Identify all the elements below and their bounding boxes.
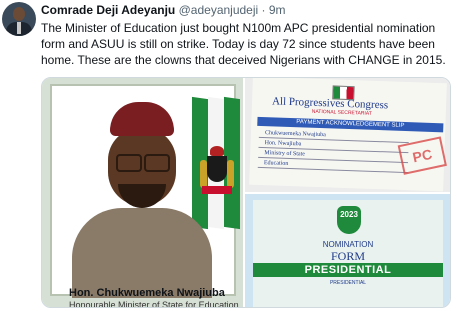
avatar-head xyxy=(13,7,25,21)
avatar-tie xyxy=(17,22,21,34)
nomination-form-card: 2023 NOMINATION FORM PRESIDENTIAL PRESID… xyxy=(253,200,443,307)
media-photo-nomination-form[interactable]: 2023 NOMINATION FORM PRESIDENTIAL PRESID… xyxy=(245,194,450,307)
coat-base xyxy=(202,186,232,194)
tweet-header: Comrade Deji Adeyanju @adeyanjudeji · 9m xyxy=(41,3,286,17)
form-presidential-sub: PRESIDENTIAL xyxy=(329,280,367,286)
tweet-text: The Minister of Education just bought N1… xyxy=(41,21,446,67)
payment-slip: All Progressives Congress NATIONAL SECRE… xyxy=(249,78,447,192)
avatar[interactable] xyxy=(2,2,36,36)
coat-shield xyxy=(207,156,227,182)
author-name[interactable]: Comrade Deji Adeyanju xyxy=(41,3,175,17)
tweet-media-grid: Hon. Chukwuemeka Nwajiuba Honourable Min… xyxy=(41,77,451,308)
slip-handwriting: Hon. Nwajiuba xyxy=(264,140,302,148)
coat-horse-right xyxy=(227,160,234,188)
portrait-cap xyxy=(110,102,174,136)
separator-dot: · xyxy=(261,3,266,17)
portrait-body xyxy=(72,208,212,298)
portrait-caption-name: Hon. Chukwuemeka Nwajiuba xyxy=(69,287,225,299)
portrait-beard xyxy=(118,184,166,208)
slip-handwriting: Education xyxy=(263,160,289,167)
media-photo-minister[interactable]: Hon. Chukwuemeka Nwajiuba Honourable Min… xyxy=(42,78,243,307)
coat-of-arms-icon xyxy=(200,146,234,206)
slip-line xyxy=(257,166,408,174)
slip-subheader: NATIONAL SECRETARIAT xyxy=(311,108,372,117)
portrait-glasses-right xyxy=(144,154,170,172)
tweet-time[interactable]: 9m xyxy=(269,3,286,17)
form-line-form: FORM xyxy=(330,249,365,263)
coat-eagle xyxy=(210,146,224,156)
portrait-person xyxy=(72,100,212,298)
portrait-glasses-left xyxy=(116,154,142,172)
author-handle[interactable]: @adeyanjudeji xyxy=(179,3,259,17)
form-line-nomination: NOMINATION xyxy=(322,240,374,249)
form-presidential-band: PRESIDENTIAL xyxy=(253,263,443,277)
portrait-frame: Hon. Chukwuemeka Nwajiuba Honourable Min… xyxy=(50,84,240,307)
media-photo-payment-slip[interactable]: All Progressives Congress NATIONAL SECRE… xyxy=(245,78,450,192)
form-year-badge: 2023 xyxy=(337,206,361,234)
portrait-caption-title: Honourable Minister of State for Educati… xyxy=(69,300,239,308)
